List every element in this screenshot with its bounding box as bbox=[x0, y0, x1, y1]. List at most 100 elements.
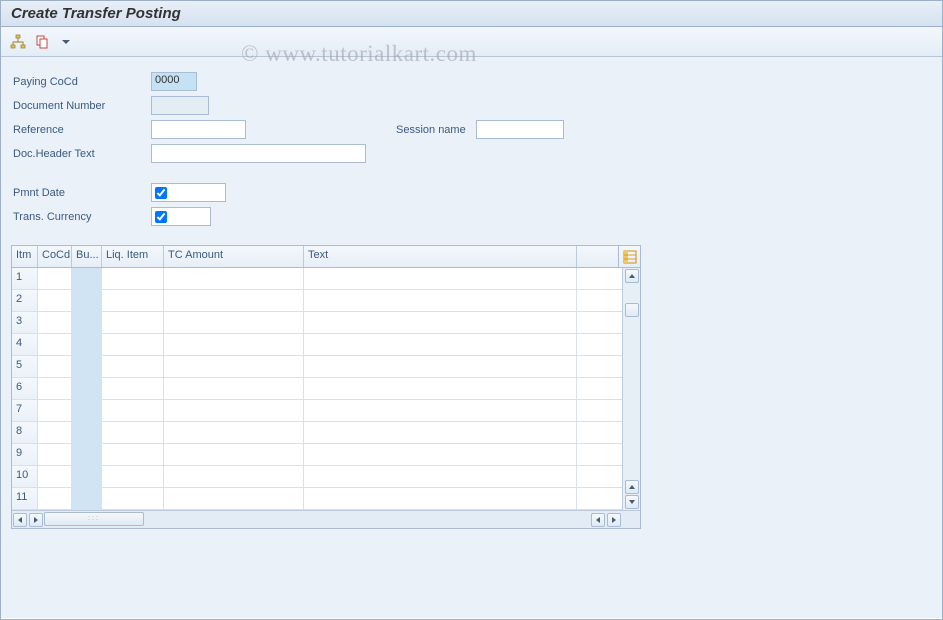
hierarchy-button[interactable] bbox=[7, 31, 29, 53]
cell-cocd[interactable] bbox=[38, 312, 72, 333]
cell-bu[interactable] bbox=[72, 312, 102, 333]
table-row[interactable]: 3 bbox=[12, 312, 640, 334]
more-dropdown[interactable] bbox=[55, 31, 77, 53]
cell-liq[interactable] bbox=[102, 268, 164, 289]
cell-liq[interactable] bbox=[102, 312, 164, 333]
cell-tca[interactable] bbox=[164, 312, 304, 333]
cell-itm[interactable]: 5 bbox=[12, 356, 38, 377]
cell-itm[interactable]: 7 bbox=[12, 400, 38, 421]
cell-cocd[interactable] bbox=[38, 290, 72, 311]
cell-bu[interactable] bbox=[72, 268, 102, 289]
cell-cocd[interactable] bbox=[38, 488, 72, 509]
cell-bu[interactable] bbox=[72, 290, 102, 311]
pmnt-date-field[interactable] bbox=[151, 183, 226, 202]
cell-tca[interactable] bbox=[164, 378, 304, 399]
vscroll-track[interactable] bbox=[625, 283, 639, 480]
table-row[interactable]: 9 bbox=[12, 444, 640, 466]
grid-config-button[interactable] bbox=[618, 246, 640, 268]
vscroll-thumb[interactable] bbox=[625, 303, 639, 317]
cell-tca[interactable] bbox=[164, 268, 304, 289]
col-header-bu[interactable]: Bu... bbox=[72, 246, 102, 267]
scroll-right1-button[interactable] bbox=[29, 513, 43, 527]
table-row[interactable]: 10 bbox=[12, 466, 640, 488]
scroll-up-button[interactable] bbox=[625, 269, 639, 283]
cell-tca[interactable] bbox=[164, 400, 304, 421]
scroll-right-button[interactable] bbox=[607, 513, 621, 527]
cell-tca[interactable] bbox=[164, 356, 304, 377]
cell-itm[interactable]: 3 bbox=[12, 312, 38, 333]
cell-itm[interactable]: 6 bbox=[12, 378, 38, 399]
cell-txt[interactable] bbox=[304, 466, 577, 487]
grid-hscroll[interactable]: ::: bbox=[12, 510, 640, 528]
cell-tca[interactable] bbox=[164, 444, 304, 465]
cell-liq[interactable] bbox=[102, 356, 164, 377]
cell-cocd[interactable] bbox=[38, 378, 72, 399]
cell-txt[interactable] bbox=[304, 422, 577, 443]
cell-txt[interactable] bbox=[304, 290, 577, 311]
grid-vscroll[interactable] bbox=[622, 268, 640, 510]
cell-bu[interactable] bbox=[72, 422, 102, 443]
table-row[interactable]: 1 bbox=[12, 268, 640, 290]
cell-cocd[interactable] bbox=[38, 334, 72, 355]
cell-cocd[interactable] bbox=[38, 466, 72, 487]
cell-txt[interactable] bbox=[304, 356, 577, 377]
cell-liq[interactable] bbox=[102, 334, 164, 355]
col-header-itm[interactable]: Itm bbox=[12, 246, 38, 267]
scroll-up2-button[interactable] bbox=[625, 480, 639, 494]
cell-itm[interactable]: 4 bbox=[12, 334, 38, 355]
reference-field[interactable] bbox=[151, 120, 246, 139]
cell-tca[interactable] bbox=[164, 488, 304, 509]
cell-cocd[interactable] bbox=[38, 268, 72, 289]
cell-bu[interactable] bbox=[72, 400, 102, 421]
scroll-left2-button[interactable] bbox=[591, 513, 605, 527]
cell-cocd[interactable] bbox=[38, 444, 72, 465]
cell-cocd[interactable] bbox=[38, 356, 72, 377]
trans-currency-required-checkbox[interactable] bbox=[155, 211, 167, 223]
cell-txt[interactable] bbox=[304, 312, 577, 333]
table-row[interactable]: 7 bbox=[12, 400, 640, 422]
cell-tca[interactable] bbox=[164, 466, 304, 487]
cell-liq[interactable] bbox=[102, 488, 164, 509]
cell-cocd[interactable] bbox=[38, 422, 72, 443]
cell-txt[interactable] bbox=[304, 268, 577, 289]
cell-itm[interactable]: 2 bbox=[12, 290, 38, 311]
cell-txt[interactable] bbox=[304, 444, 577, 465]
cell-bu[interactable] bbox=[72, 378, 102, 399]
table-row[interactable]: 6 bbox=[12, 378, 640, 400]
cell-bu[interactable] bbox=[72, 466, 102, 487]
hscroll-thumb[interactable]: ::: bbox=[44, 512, 144, 526]
pmnt-date-required-checkbox[interactable] bbox=[155, 187, 167, 199]
col-header-liq[interactable]: Liq. Item bbox=[102, 246, 164, 267]
cell-liq[interactable] bbox=[102, 290, 164, 311]
cell-liq[interactable] bbox=[102, 444, 164, 465]
cell-txt[interactable] bbox=[304, 378, 577, 399]
col-header-txt[interactable]: Text bbox=[304, 246, 577, 267]
cell-bu[interactable] bbox=[72, 356, 102, 377]
cell-bu[interactable] bbox=[72, 488, 102, 509]
cell-itm[interactable]: 1 bbox=[12, 268, 38, 289]
scroll-down-button[interactable] bbox=[625, 495, 639, 509]
cell-bu[interactable] bbox=[72, 444, 102, 465]
cell-bu[interactable] bbox=[72, 334, 102, 355]
cell-txt[interactable] bbox=[304, 488, 577, 509]
table-row[interactable]: 2 bbox=[12, 290, 640, 312]
col-header-cocd[interactable]: CoCd bbox=[38, 246, 72, 267]
cell-itm[interactable]: 8 bbox=[12, 422, 38, 443]
cell-itm[interactable]: 11 bbox=[12, 488, 38, 509]
cell-txt[interactable] bbox=[304, 334, 577, 355]
cell-tca[interactable] bbox=[164, 290, 304, 311]
cell-liq[interactable] bbox=[102, 422, 164, 443]
copy-button[interactable] bbox=[31, 31, 53, 53]
cell-tca[interactable] bbox=[164, 422, 304, 443]
col-header-tca[interactable]: TC Amount bbox=[164, 246, 304, 267]
scroll-left-button[interactable] bbox=[13, 513, 27, 527]
cell-liq[interactable] bbox=[102, 466, 164, 487]
table-row[interactable]: 8 bbox=[12, 422, 640, 444]
cell-itm[interactable]: 9 bbox=[12, 444, 38, 465]
cell-txt[interactable] bbox=[304, 400, 577, 421]
cell-liq[interactable] bbox=[102, 400, 164, 421]
table-row[interactable]: 5 bbox=[12, 356, 640, 378]
hscroll-track[interactable]: ::: bbox=[44, 513, 590, 527]
trans-currency-field[interactable] bbox=[151, 207, 211, 226]
cell-cocd[interactable] bbox=[38, 400, 72, 421]
